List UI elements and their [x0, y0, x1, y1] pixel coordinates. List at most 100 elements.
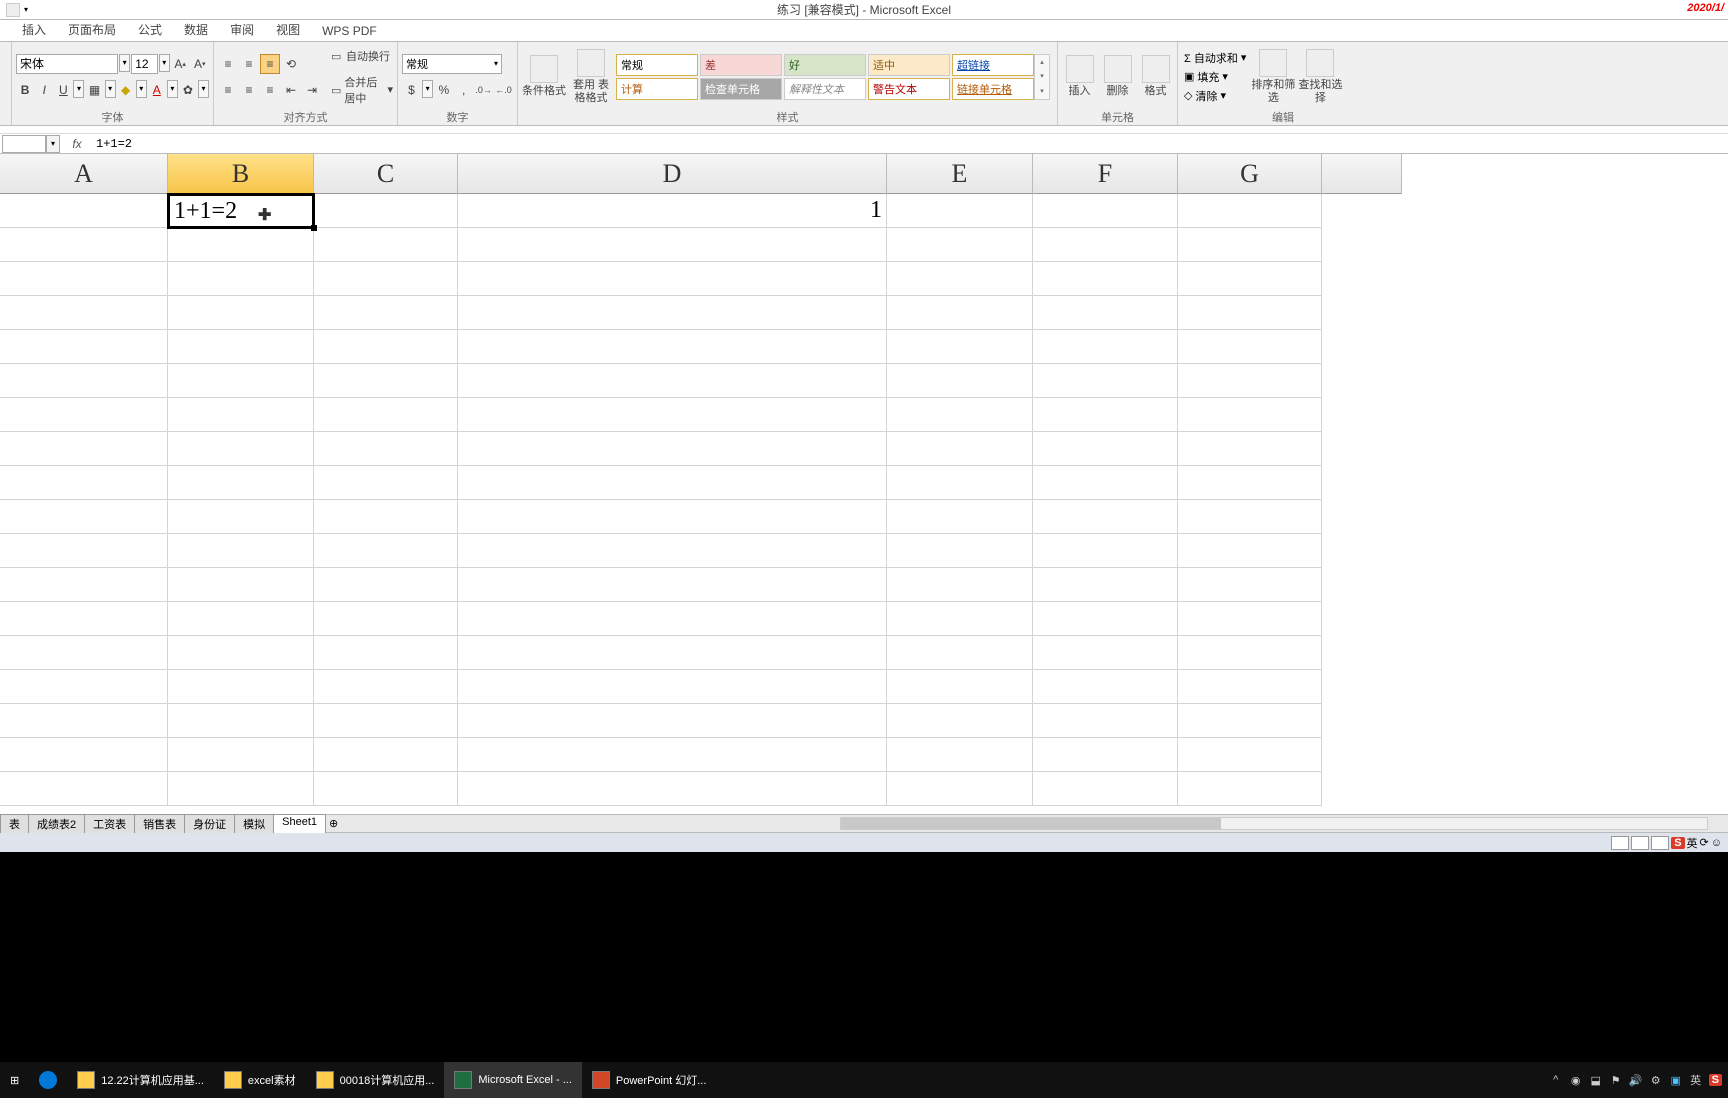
cell-F12[interactable]	[1033, 568, 1178, 602]
taskview-button[interactable]: ⊞	[0, 1062, 29, 1098]
horizontal-scroll-thumb[interactable]	[841, 818, 1221, 829]
decrease-font-icon[interactable]: A▾	[190, 54, 209, 74]
align-bottom-icon[interactable]: ≡	[260, 54, 280, 74]
taskbar-item[interactable]: Microsoft Excel - ...	[444, 1062, 582, 1098]
sheet-tab-模拟[interactable]: 模拟	[234, 814, 274, 833]
cell-A7[interactable]	[0, 398, 168, 432]
tray-sound-icon[interactable]: 🔊	[1629, 1073, 1643, 1087]
cell-D7[interactable]	[458, 398, 887, 432]
cell-D2[interactable]	[458, 228, 887, 262]
find-select-button[interactable]: 查找和选择	[1298, 46, 1342, 108]
cell-B10[interactable]	[168, 500, 314, 534]
cell-C1[interactable]	[314, 194, 458, 228]
cell-A13[interactable]	[0, 602, 168, 636]
cell-F16[interactable]	[1033, 704, 1178, 738]
sheet-tab-身份证[interactable]: 身份证	[184, 814, 235, 833]
cell-B1[interactable]: 1+1=2	[167, 193, 315, 229]
borders-dropdown-icon[interactable]: ▾	[105, 80, 116, 98]
cell-B7[interactable]	[168, 398, 314, 432]
cell-G9[interactable]	[1178, 466, 1322, 500]
tray-flag-icon[interactable]: ⚑	[1609, 1073, 1623, 1087]
cell-D13[interactable]	[458, 602, 887, 636]
taskbar-item[interactable]: excel素材	[214, 1062, 306, 1098]
cell-D12[interactable]	[458, 568, 887, 602]
name-box-dropdown-icon[interactable]: ▾	[46, 135, 60, 153]
cell-A17[interactable]	[0, 738, 168, 772]
increase-indent-icon[interactable]: ⇥	[302, 80, 322, 100]
cell-A5[interactable]	[0, 330, 168, 364]
font-size-dropdown-icon[interactable]: ▾	[159, 54, 170, 72]
cell-C16[interactable]	[314, 704, 458, 738]
cell-D6[interactable]	[458, 364, 887, 398]
accounting-format-icon[interactable]: $	[402, 80, 421, 100]
cell-F9[interactable]	[1033, 466, 1178, 500]
cell-A12[interactable]	[0, 568, 168, 602]
cell-F1[interactable]	[1033, 194, 1178, 228]
cell-D3[interactable]	[458, 262, 887, 296]
cell-C5[interactable]	[314, 330, 458, 364]
cell-A6[interactable]	[0, 364, 168, 398]
decrease-decimal-icon[interactable]: ←.0	[494, 80, 513, 100]
cell-F13[interactable]	[1033, 602, 1178, 636]
cell-E8[interactable]	[887, 432, 1033, 466]
underline-dropdown-icon[interactable]: ▾	[73, 80, 84, 98]
formula-input[interactable]: 1+1=2	[94, 137, 1728, 151]
tray-lang[interactable]: 英	[1689, 1073, 1703, 1087]
cell-G4[interactable]	[1178, 296, 1322, 330]
cell-D17[interactable]	[458, 738, 887, 772]
name-box[interactable]	[2, 135, 46, 153]
cell-F6[interactable]	[1033, 364, 1178, 398]
fill-color-dropdown-icon[interactable]: ▾	[136, 80, 147, 98]
tray-user-icon[interactable]: ☺	[1711, 837, 1722, 849]
cell-G17[interactable]	[1178, 738, 1322, 772]
tab-insert[interactable]: 插入	[20, 18, 48, 41]
worksheet-grid[interactable]: ABCDEFG 1+1=21 ✚	[0, 154, 1728, 814]
horizontal-scrollbar[interactable]	[840, 817, 1708, 830]
cell-C17[interactable]	[314, 738, 458, 772]
column-header-G[interactable]: G	[1178, 154, 1322, 194]
cell-G8[interactable]	[1178, 432, 1322, 466]
column-header-B[interactable]: B	[168, 154, 314, 194]
sheet-tab-成绩表2[interactable]: 成绩表2	[28, 814, 85, 833]
cell-F18[interactable]	[1033, 772, 1178, 806]
cell-D15[interactable]	[458, 670, 887, 704]
page-break-view-icon[interactable]	[1651, 836, 1669, 850]
cell-A15[interactable]	[0, 670, 168, 704]
taskbar-item[interactable]: 00018计算机应用...	[306, 1062, 445, 1098]
cell-B16[interactable]	[168, 704, 314, 738]
cell-D8[interactable]	[458, 432, 887, 466]
format-as-table-button[interactable]: 套用 表格格式	[569, 46, 613, 108]
cell-E4[interactable]	[887, 296, 1033, 330]
fx-button[interactable]: fx	[66, 137, 88, 151]
fill-button[interactable]: ▣ 填充 ▾	[1182, 68, 1248, 86]
align-middle-icon[interactable]: ≡	[239, 54, 259, 74]
cell-F10[interactable]	[1033, 500, 1178, 534]
cell-D18[interactable]	[458, 772, 887, 806]
cell-C8[interactable]	[314, 432, 458, 466]
sort-filter-button[interactable]: 排序和筛选	[1251, 46, 1295, 108]
cell-A10[interactable]	[0, 500, 168, 534]
cell-C6[interactable]	[314, 364, 458, 398]
align-center-icon[interactable]: ≡	[239, 80, 259, 100]
cell-D4[interactable]	[458, 296, 887, 330]
tray-misc-icon[interactable]: ⟳	[1700, 836, 1709, 849]
cell-B3[interactable]	[168, 262, 314, 296]
styles-scrollbar[interactable]: ▴▾▾	[1034, 54, 1050, 100]
new-sheet-button[interactable]: ⊕	[329, 817, 338, 830]
cell-G3[interactable]	[1178, 262, 1322, 296]
tab-data[interactable]: 数据	[182, 18, 210, 41]
cell-B15[interactable]	[168, 670, 314, 704]
cell-D11[interactable]	[458, 534, 887, 568]
decrease-indent-icon[interactable]: ⇤	[281, 80, 301, 100]
font-color-button[interactable]: A	[148, 80, 166, 100]
cell-F5[interactable]	[1033, 330, 1178, 364]
cell-E17[interactable]	[887, 738, 1033, 772]
sheet-tab-销售表[interactable]: 销售表	[134, 814, 185, 833]
cell-C15[interactable]	[314, 670, 458, 704]
cell-C10[interactable]	[314, 500, 458, 534]
sheet-tab-工资表[interactable]: 工资表	[84, 814, 135, 833]
align-top-icon[interactable]: ≡	[218, 54, 238, 74]
cell-B5[interactable]	[168, 330, 314, 364]
tray-up-icon[interactable]: ^	[1549, 1073, 1563, 1087]
cell-E6[interactable]	[887, 364, 1033, 398]
